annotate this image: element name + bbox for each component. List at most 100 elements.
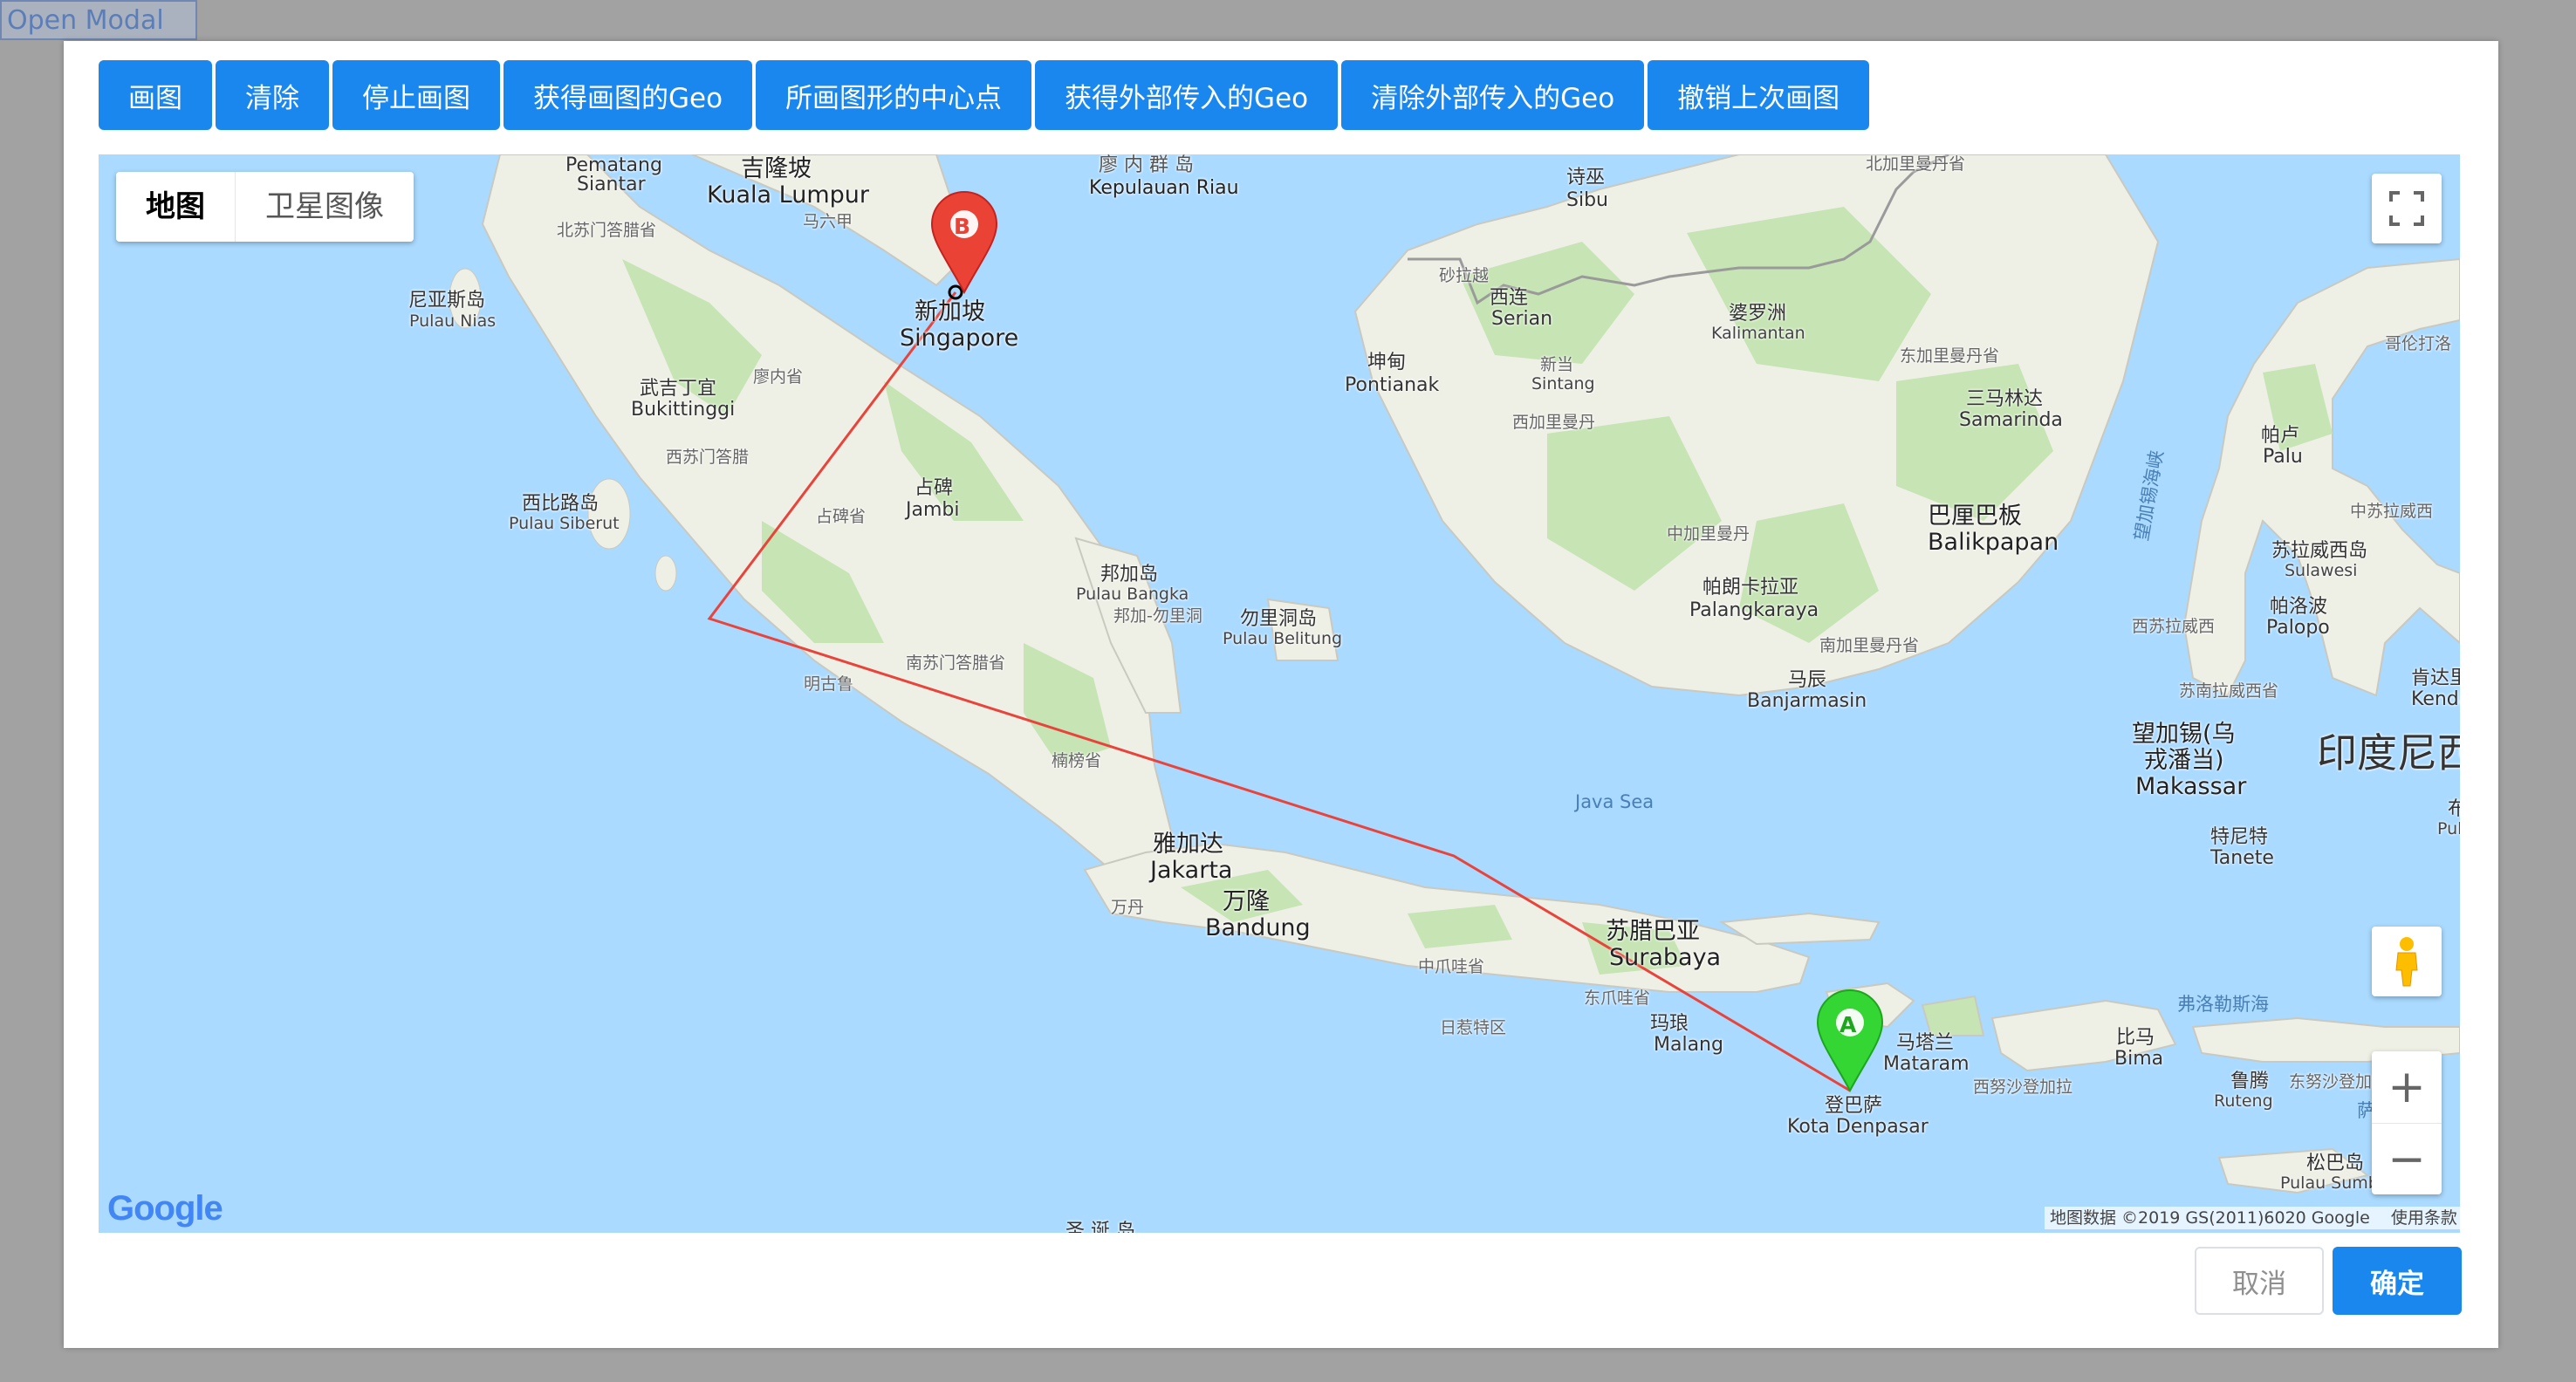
map-label: 苏南拉威西省	[2179, 681, 2279, 701]
map-label: 邦加岛	[1100, 564, 1159, 585]
map-label: 廖 内 群 岛	[1099, 154, 1194, 176]
map-label: Samarinda	[1959, 409, 2063, 431]
map-label: Pulau Nias	[409, 311, 497, 331]
draw-button[interactable]: 画图	[99, 60, 212, 130]
map-label: 西比路岛	[522, 493, 599, 515]
map-label: 廖内省	[753, 367, 804, 387]
fullscreen-icon[interactable]	[2372, 174, 2442, 243]
marker-a-pin	[1816, 989, 1884, 1093]
map-label: 东爪哇省	[1584, 989, 1651, 1008]
map-label: 雅加达	[1153, 831, 1223, 858]
map-type-satellite[interactable]: 卫星图像	[236, 172, 414, 242]
map-label: 望加锡(乌	[2132, 721, 2236, 748]
map-label: Singapore	[900, 325, 1019, 352]
map-label: 松巴岛	[2306, 1153, 2365, 1174]
map-label: Pula	[2437, 819, 2460, 838]
map-label: 哥伦打洛	[2385, 334, 2452, 353]
map-label: Kalimantan	[1711, 324, 1805, 343]
map-label: 南加里曼丹省	[1819, 636, 1920, 655]
map-label: 中苏拉威西	[2350, 502, 2434, 521]
map-label: 三马林达	[1966, 388, 2044, 410]
map-label: Banjarmasin	[1747, 690, 1867, 712]
map-attribution: 地图数据 ©2019 GS(2011)6020 Google 使用条款	[2045, 1207, 2460, 1229]
get-external-geo-button[interactable]: 获得外部传入的Geo	[1035, 60, 1339, 130]
zoom-out-button[interactable]: −	[2372, 1124, 2442, 1195]
undo-draw-button[interactable]: 撤销上次画图	[1648, 60, 1870, 130]
map-label: 特尼特	[2210, 826, 2269, 848]
stop-draw-button[interactable]: 停止画图	[332, 60, 500, 130]
terms-link[interactable]: 使用条款	[2391, 1208, 2457, 1228]
zoom-control: + −	[2372, 1051, 2442, 1194]
map-label: Malang	[1654, 1034, 1723, 1056]
open-modal-button[interactable]: Open Modal	[0, 0, 197, 40]
map-label: 东加里曼丹省	[1900, 346, 2000, 366]
toolbar: 画图 清除 停止画图 获得画图的Geo 所画图形的中心点 获得外部传入的Geo …	[99, 60, 1870, 130]
map-label: 新当	[1540, 355, 1574, 374]
map-label: Makassar	[2135, 773, 2247, 800]
map-label: 中爪哇省	[1418, 957, 1485, 976]
google-logo: Google	[107, 1189, 223, 1228]
map-label: 比马	[2116, 1027, 2155, 1049]
lombok-island	[1921, 995, 1985, 1036]
map-label: Palu	[2263, 446, 2303, 468]
map-label: 西连	[1490, 287, 1529, 309]
map-label: Bima	[2114, 1048, 2164, 1070]
map-label: 肯达里	[2411, 667, 2460, 689]
map-label: Kuala Lumpur	[707, 181, 869, 209]
map-label: 诗巫	[1566, 167, 1606, 188]
map-label: 西努沙登加拉	[1973, 1078, 2073, 1097]
map-label: 南苏门答腊省	[906, 653, 1006, 673]
map-label: 印度尼西	[2317, 729, 2460, 777]
map-label: Mataram	[1883, 1053, 1970, 1075]
map-label: 鲁腾	[2230, 1071, 2270, 1092]
map-label: 西苏拉威西	[2132, 617, 2216, 636]
map-label: Pulau Bangka	[1076, 585, 1189, 604]
map-label: Palopo	[2266, 617, 2330, 639]
map-label: Tanete	[2210, 847, 2274, 869]
clear-external-geo-button[interactable]: 清除外部传入的Geo	[1341, 60, 1645, 130]
map-label: 帕卢	[2261, 425, 2300, 447]
map-label: 帕朗卡拉亚	[1702, 577, 1799, 599]
cancel-button[interactable]: 取消	[2195, 1247, 2324, 1315]
map-label: Kota Denpasar	[1787, 1116, 1929, 1138]
map-label: 戎潘当)	[2144, 747, 2224, 774]
pegman-icon[interactable]	[2372, 927, 2442, 996]
map-label: Sulawesi	[2285, 561, 2358, 580]
map-label: 砂拉越	[1439, 266, 1490, 285]
map-label: 楠榜省	[1052, 751, 1102, 770]
map-label: 万隆	[1223, 888, 1270, 915]
map-label: Kenda	[2411, 688, 2460, 710]
map-label: 西苏门答腊	[666, 448, 750, 467]
map-label: 占碑省	[816, 507, 867, 526]
map-label: Sintang	[1531, 374, 1595, 393]
map-label: Pulau Belitung	[1223, 629, 1343, 648]
map-label: 日惹特区	[1440, 1018, 1507, 1037]
map-label: 邦加-勿里洞	[1113, 606, 1202, 626]
get-drawn-geo-button[interactable]: 获得画图的Geo	[504, 60, 753, 130]
clear-button[interactable]: 清除	[216, 60, 329, 130]
modal-dialog: 画图 清除 停止画图 获得画图的Geo 所画图形的中心点 获得外部传入的Geo …	[64, 41, 2498, 1348]
map-label: 坤甸	[1367, 352, 1407, 373]
map-label: 马六甲	[803, 212, 853, 231]
map-label: 尼亚斯岛	[408, 290, 486, 311]
map-label: Pontianak	[1345, 374, 1440, 396]
zoom-in-button[interactable]: +	[2372, 1051, 2442, 1124]
map-label: 巴厘巴板	[1928, 503, 2022, 530]
map-canvas[interactable]: B A Pematang Siantar 吉隆坡 Kuala Lumpur 马六…	[99, 154, 2460, 1233]
shape-center-button[interactable]: 所画图形的中心点	[756, 60, 1032, 130]
map-label: 西加里曼丹	[1512, 413, 1596, 432]
map-label: Bukittinggi	[631, 399, 736, 421]
ok-button[interactable]: 确定	[2333, 1247, 2462, 1315]
map-label: 新加坡	[915, 298, 985, 325]
map-label: 吉隆坡	[741, 155, 812, 182]
map-label: 马辰	[1788, 669, 1827, 691]
map-label: 中加里曼丹	[1667, 524, 1750, 544]
map-label: 北加里曼丹省	[1866, 154, 1966, 174]
map-label: 苏腊巴亚	[1606, 918, 1700, 945]
map-label: Pulau Siberut	[509, 514, 620, 533]
map-label: 登巴萨	[1825, 1095, 1883, 1117]
map-label: 弗洛勒斯海	[2177, 994, 2269, 1015]
map-label: 帕洛波	[2270, 596, 2328, 618]
map-label: 布	[2448, 798, 2460, 820]
map-type-roadmap[interactable]: 地图	[116, 172, 236, 242]
